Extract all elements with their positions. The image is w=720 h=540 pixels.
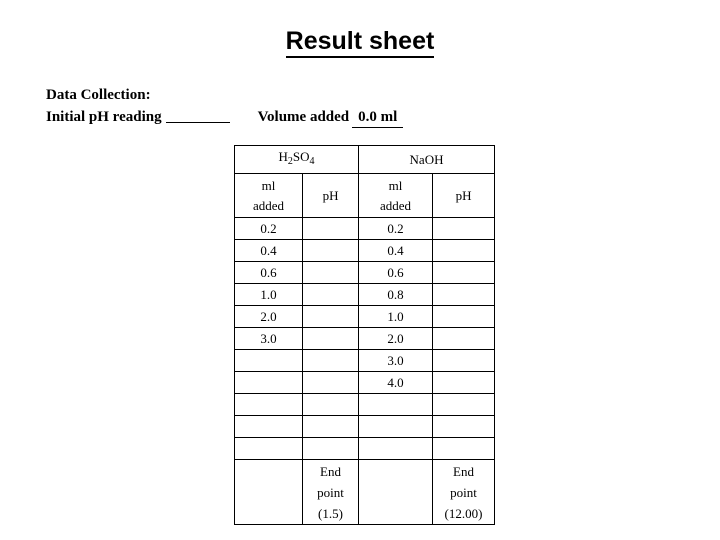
cell-h2so4-ph[interactable] [301,239,360,262]
cell-naoh-ph[interactable] [432,283,496,306]
cell-h2so4-ph[interactable] [301,437,360,460]
endpoint-line-1: End [320,463,341,479]
endpoint-line-2: point [450,484,477,500]
subheader-h2so4-ph: pH [301,173,360,218]
table-row: 0.2 0.2 [234,217,496,240]
volume-added-value[interactable]: 0.0 ml [352,107,404,128]
initial-ph-label: Initial pH reading [46,109,162,125]
page-title: Result sheet [0,27,720,58]
cell-h2so4-endpoint-value: End point (1.5) [301,459,360,525]
subscript-4: 4 [309,156,315,167]
cell-h2so4-ml[interactable] [234,415,303,438]
table-row: 2.0 1.0 [234,305,496,328]
table-body: 0.2 0.2 0.4 0.4 0.6 0.6 1.0 0.8 2.0 1.0 3.0 2.0 3.0 4… [234,217,496,525]
initial-ph-input[interactable] [165,109,230,123]
table-row [234,437,496,460]
table-row [234,415,496,438]
cell-naoh-ml[interactable] [358,437,434,460]
table-row: 3.0 [234,349,496,372]
table-row: 1.0 0.8 [234,283,496,306]
table-group-header-row: H2SO4 NaOH [233,145,496,174]
result-table: H2SO4 NaOH ml added pH ml added pH 0.2 0.… [233,145,496,525]
data-collection-section: Data Collection: Initial pH reading Volum… [46,86,686,128]
cell-naoh-ph[interactable] [432,327,496,350]
cell-h2so4-ml[interactable] [234,349,303,372]
subheader-ml-line2: added [252,197,285,213]
cell-h2so4-ml[interactable]: 0.2 [234,217,303,240]
endpoint-line-3: (12.00) [444,505,483,521]
cell-naoh-ml[interactable] [358,415,434,438]
cell-naoh-ph[interactable] [432,437,496,460]
volume-added-group: Volume added 0.0 ml [258,107,404,128]
cell-h2so4-ph[interactable] [301,393,360,416]
cell-naoh-ml-endpoint[interactable] [358,459,434,525]
cell-naoh-ph[interactable] [432,305,496,328]
cell-naoh-ph[interactable] [432,349,496,372]
subheader-ml-line2: added [379,197,412,213]
cell-h2so4-ml[interactable]: 0.4 [234,239,303,262]
cell-h2so4-ml-endpoint[interactable] [234,459,303,525]
subheader-ml-line1: ml [388,177,403,193]
cell-h2so4-ph[interactable] [301,371,360,394]
cell-naoh-ml[interactable]: 1.0 [358,305,434,328]
cell-naoh-ph[interactable] [432,371,496,394]
cell-h2so4-ph[interactable] [301,327,360,350]
endpoint-line-1: End [453,463,474,479]
subheader-naoh-ml: ml added [358,173,434,218]
cell-naoh-ml[interactable] [358,393,434,416]
cell-naoh-ph[interactable] [432,239,496,262]
cell-naoh-ph[interactable] [432,393,496,416]
cell-naoh-ph[interactable] [432,217,496,240]
cell-h2so4-ph[interactable] [301,283,360,306]
cell-naoh-ml[interactable]: 4.0 [358,371,434,394]
group-header-naoh: NaOH [358,145,496,174]
cell-h2so4-ph[interactable] [301,261,360,284]
cell-h2so4-ml[interactable]: 2.0 [234,305,303,328]
subheader-h2so4-ml: ml added [234,173,303,218]
table-row [234,393,496,416]
table-row: 3.0 2.0 [234,327,496,350]
cell-naoh-ml[interactable]: 0.4 [358,239,434,262]
table-row: 4.0 [234,371,496,394]
cell-naoh-ml[interactable]: 0.6 [358,261,434,284]
cell-naoh-ml[interactable]: 0.8 [358,283,434,306]
table-head: H2SO4 NaOH ml added pH ml added pH [233,145,496,218]
volume-added-label: Volume added [257,109,350,125]
cell-h2so4-ml[interactable]: 1.0 [234,283,303,306]
endpoint-line-2: point [317,484,344,500]
table-subheader-row: ml added pH ml added pH [234,173,496,218]
cell-h2so4-ph[interactable] [301,217,360,240]
data-collection-fields-row: Initial pH reading Volume added 0.0 ml [46,107,686,128]
cell-naoh-ml[interactable]: 2.0 [358,327,434,350]
table-endpoint-row: End point (1.5) End point (12.00) [234,459,496,525]
cell-h2so4-ph[interactable] [301,349,360,372]
cell-h2so4-ml[interactable]: 3.0 [234,327,303,350]
cell-h2so4-ml[interactable] [234,371,303,394]
cell-naoh-endpoint-value: End point (12.00) [432,459,496,525]
cell-naoh-ph[interactable] [432,415,496,438]
cell-h2so4-ph[interactable] [301,305,360,328]
table-row: 0.4 0.4 [234,239,496,262]
group-header-h2so4: H2SO4 [233,145,360,174]
cell-h2so4-ml[interactable] [234,393,303,416]
subheader-naoh-ph: pH [432,173,496,218]
cell-h2so4-ph[interactable] [301,415,360,438]
page-title-text: Result sheet [285,27,435,58]
cell-h2so4-ml[interactable] [234,437,303,460]
subheader-ml-line1: ml [261,177,276,193]
cell-h2so4-ml[interactable]: 0.6 [234,261,303,284]
data-collection-heading: Data Collection: [46,87,151,103]
cell-naoh-ph[interactable] [432,261,496,284]
cell-naoh-ml[interactable]: 3.0 [358,349,434,372]
table-row: 0.6 0.6 [234,261,496,284]
cell-naoh-ml[interactable]: 0.2 [358,217,434,240]
subscript-2: 2 [287,156,293,167]
endpoint-line-3: (1.5) [318,505,343,521]
